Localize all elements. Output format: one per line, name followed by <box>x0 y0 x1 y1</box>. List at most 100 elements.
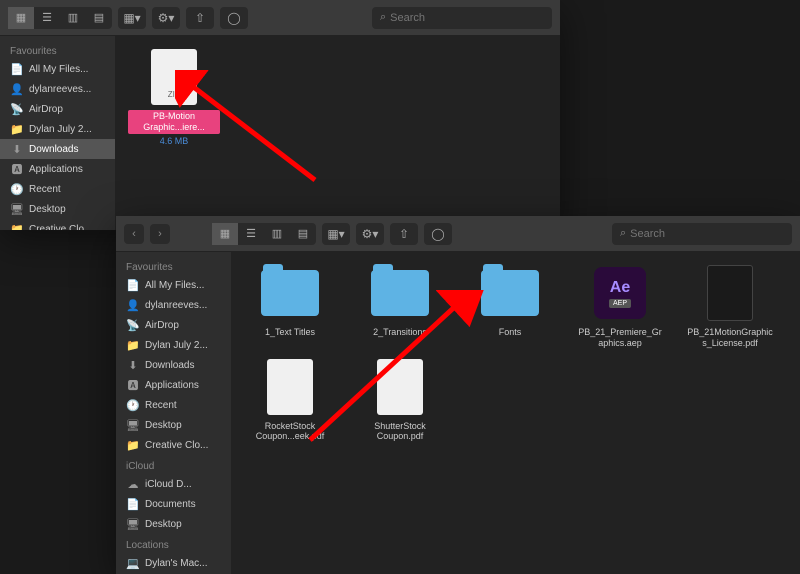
sidebar-item[interactable]: 🖥 Desktop <box>116 415 231 435</box>
sidebar-item-label: iCloud D... <box>145 479 192 490</box>
arrange-button[interactable]: ▦▾ <box>322 223 350 245</box>
sidebar-item[interactable]: 📡AirDrop <box>0 99 115 119</box>
share-button[interactable]: ⇧ <box>390 223 418 245</box>
sidebar-item-label: Documents <box>145 499 196 510</box>
sidebar-item-label: AirDrop <box>145 320 179 331</box>
sidebar-item[interactable]: 📡AirDrop <box>116 315 231 335</box>
sidebar-item[interactable]: 🅰Applications <box>116 375 231 395</box>
sidebar-item[interactable]: 👤 dylanreeves... <box>116 295 231 315</box>
gallery-view-button[interactable]: ▤ <box>86 7 112 29</box>
sidebar-item-icon: ⬇ <box>10 142 24 156</box>
sidebar-item[interactable]: 📁 Dylan July 2... <box>0 119 115 139</box>
list-view-button[interactable]: ☰ <box>238 223 264 245</box>
file-item[interactable]: RocketStock Coupon...eek.pdf <box>244 358 336 444</box>
sidebar-section-header: Favourites <box>116 256 231 275</box>
file-item[interactable]: PB-Motion Graphic...iere...4.6 MB <box>128 48 220 146</box>
sidebar-item[interactable]: 📁 Creative Clo... <box>0 219 115 230</box>
sidebar-item-label: Creative Clo... <box>145 440 208 451</box>
forward-button[interactable]: › <box>150 224 170 244</box>
gallery-view-button[interactable]: ▤ <box>290 223 316 245</box>
sidebar-item-label: dylanreeves... <box>29 84 91 95</box>
folder-icon <box>261 264 319 322</box>
sidebar-item[interactable]: 💻Dylan's Mac... <box>116 553 231 573</box>
sidebar-item-label: All My Files... <box>29 64 88 75</box>
sidebar-item[interactable]: 🖥Desktop <box>116 514 231 534</box>
sidebar-item-icon: 🕐 <box>10 182 24 196</box>
file-label: PB_21_Premiere_Graphics.aep <box>574 326 666 350</box>
sidebar-section-header: iCloud <box>116 455 231 474</box>
sidebar-item-icon: 📁 <box>10 222 24 230</box>
sidebar-item-icon: 👤 <box>10 82 24 96</box>
sidebar-item-icon: 👤 <box>126 298 140 312</box>
pdf-icon <box>701 264 759 322</box>
file-grid: PB-Motion Graphic...iere...4.6 MB <box>116 36 560 230</box>
action-button[interactable]: ⚙▾ <box>152 7 180 29</box>
sidebar-item-icon: 📁 <box>126 338 140 352</box>
sidebar-item[interactable]: 🕐 Recent <box>116 395 231 415</box>
sidebar-item[interactable]: 📄All My Files... <box>0 59 115 79</box>
sidebar-item-label: All My Files... <box>145 280 204 291</box>
folder-icon <box>481 264 539 322</box>
toolbar: ‹ › ▦ ☰ ▥ ▤ ▦▾ ⚙▾ ⇧ ◯ ⌕ <box>116 216 800 252</box>
sidebar-item[interactable]: 🖥Desktop <box>0 199 115 219</box>
sidebar-item-icon: ⬇ <box>126 358 140 372</box>
sidebar-item-label: Creative Clo... <box>29 224 92 231</box>
search-field[interactable]: ⌕ <box>612 223 792 245</box>
search-input[interactable] <box>390 12 544 24</box>
sidebar-item[interactable]: 📄Documents <box>116 494 231 514</box>
sidebar-item-icon: ☁ <box>126 477 140 491</box>
sidebar-item-icon: 🖥 <box>126 418 140 432</box>
sidebar-item-label: Recent <box>145 400 177 411</box>
tags-button[interactable]: ◯ <box>424 223 452 245</box>
icon-view-button[interactable]: ▦ <box>8 7 34 29</box>
sidebar-item-icon: 🖥 <box>10 202 24 216</box>
sidebar-item-label: Desktop <box>145 519 182 530</box>
sidebar-item-label: Dylan July 2... <box>145 340 208 351</box>
sidebar-item-label: Applications <box>145 380 199 391</box>
arrange-button[interactable]: ▦▾ <box>118 7 146 29</box>
column-view-button[interactable]: ▥ <box>264 223 290 245</box>
search-input[interactable] <box>630 228 784 240</box>
search-field[interactable]: ⌕ <box>372 7 552 29</box>
list-view-button[interactable]: ☰ <box>34 7 60 29</box>
action-button[interactable]: ⚙▾ <box>356 223 384 245</box>
tags-button[interactable]: ◯ <box>220 7 248 29</box>
file-label: 2_Transitions <box>371 326 429 339</box>
sidebar-item-icon: 📡 <box>10 102 24 116</box>
finder-window-2: ‹ › ▦ ☰ ▥ ▤ ▦▾ ⚙▾ ⇧ ◯ ⌕ Favourites📄All M… <box>116 216 800 574</box>
sidebar-item[interactable]: ⬇Downloads <box>0 139 115 159</box>
view-mode-group: ▦ ☰ ▥ ▤ <box>8 7 112 29</box>
sidebar-item[interactable]: 📁 Dylan July 2... <box>116 335 231 355</box>
sidebar-item[interactable]: 🕐 Recent <box>0 179 115 199</box>
sidebar-section-header: Favourites <box>0 40 115 59</box>
search-icon: ⌕ <box>380 11 386 24</box>
file-item[interactable]: AeAEPPB_21_Premiere_Graphics.aep <box>574 264 666 350</box>
column-view-button[interactable]: ▥ <box>60 7 86 29</box>
file-item[interactable]: 2_Transitions <box>354 264 446 350</box>
sidebar-item-label: dylanreeves... <box>145 300 207 311</box>
zip-icon <box>145 48 203 106</box>
sidebar-item[interactable]: 📄All My Files... <box>116 275 231 295</box>
sidebar-item[interactable]: 🅰Applications <box>0 159 115 179</box>
sidebar-item-label: Dylan July 2... <box>29 124 92 135</box>
file-item[interactable]: Fonts <box>464 264 556 350</box>
share-button[interactable]: ⇧ <box>186 7 214 29</box>
sidebar-item[interactable]: ☁ iCloud D... <box>116 474 231 494</box>
sidebar-item-label: Recent <box>29 184 61 195</box>
sidebar-item-label: Desktop <box>145 420 182 431</box>
file-item[interactable]: PB_21MotionGraphics_License.pdf <box>684 264 776 350</box>
sidebar-item-icon: 🕐 <box>126 398 140 412</box>
folder-icon <box>371 264 429 322</box>
sidebar-item[interactable]: 📁Creative Clo... <box>116 435 231 455</box>
sidebar-item[interactable]: 👤 dylanreeves... <box>0 79 115 99</box>
file-item[interactable]: ShutterStock Coupon.pdf <box>354 358 446 444</box>
file-label: RocketStock Coupon...eek.pdf <box>244 420 336 444</box>
search-icon: ⌕ <box>620 227 626 240</box>
back-button[interactable]: ‹ <box>124 224 144 244</box>
sidebar-section-header: Locations <box>116 534 231 553</box>
sidebar-item-icon: 📁 <box>10 122 24 136</box>
icon-view-button[interactable]: ▦ <box>212 223 238 245</box>
file-label: Fonts <box>497 326 524 339</box>
sidebar-item[interactable]: ⬇Downloads <box>116 355 231 375</box>
file-item[interactable]: 1_Text Titles <box>244 264 336 350</box>
